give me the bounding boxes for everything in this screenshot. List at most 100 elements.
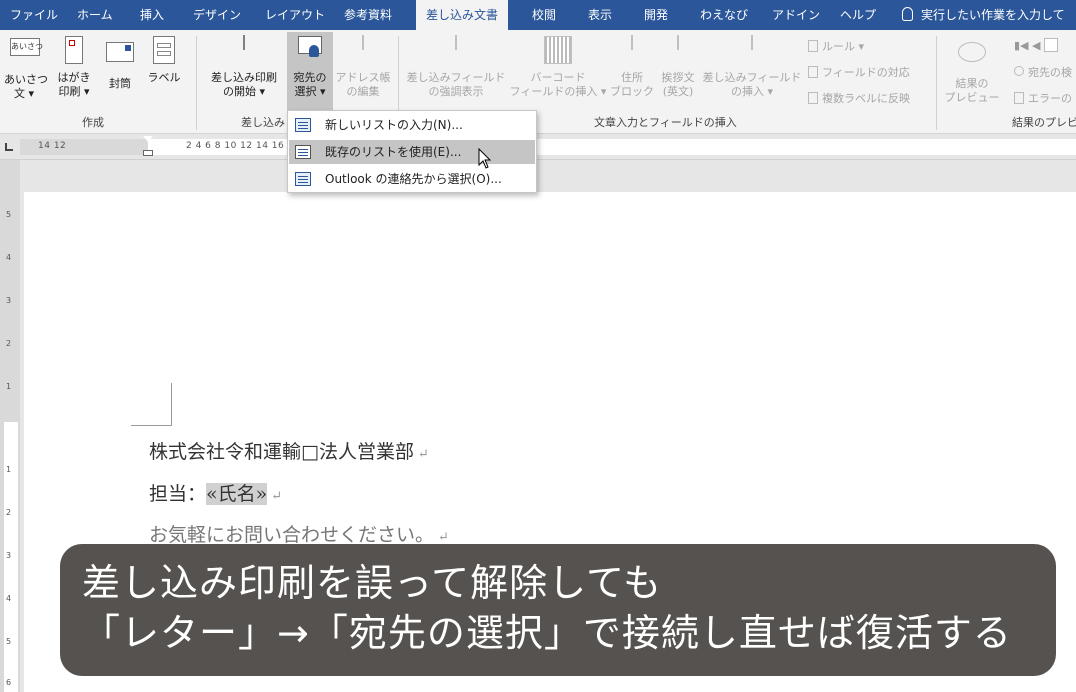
highlight-fields-icon	[442, 35, 470, 68]
vruler-number: 5	[6, 210, 12, 219]
tab-stop-selector-icon[interactable]	[5, 143, 13, 151]
tab-design[interactable]: デザイン	[191, 0, 243, 30]
document-line-inquiry[interactable]: お気軽にお問い合わせください。 ↵	[149, 520, 449, 547]
update-labels-icon	[808, 92, 818, 104]
vruler-number: 4	[6, 253, 12, 262]
vruler-number: 4	[6, 594, 12, 603]
check-errors-button[interactable]: エラーの	[1014, 90, 1072, 106]
greeting-line-icon	[664, 35, 692, 68]
tab-waenavi[interactable]: わえなび	[698, 0, 750, 30]
caption-line-1: 差し込み印刷を誤って解除しても	[82, 561, 663, 605]
barcode-field-button[interactable]: バーコード フィールドの挿入 ▾	[508, 36, 608, 99]
tab-view[interactable]: 表示	[586, 0, 614, 30]
start-merge-icon	[230, 35, 258, 68]
record-navigation[interactable]: ▮◀ ◀	[1014, 38, 1058, 52]
group-separator	[196, 36, 197, 130]
merge-field-name[interactable]: «氏名»	[206, 483, 268, 505]
paragraph-mark: ↵	[271, 489, 283, 504]
outlook-contacts-icon	[295, 172, 311, 186]
envelope-icon	[106, 42, 134, 74]
insert-field-icon	[738, 35, 766, 68]
check-errors-icon	[1014, 92, 1024, 104]
tab-file[interactable]: ファイル	[8, 0, 60, 30]
rules-button[interactable]: ルール ▾	[808, 38, 864, 54]
tab-layout[interactable]: レイアウト	[263, 0, 327, 30]
rules-icon	[808, 40, 818, 52]
vertical-ruler: 5 4 3 2 1 1 2 3 4 5 6	[0, 160, 20, 692]
barcode-icon	[544, 36, 572, 68]
mouse-pointer-icon	[478, 148, 492, 169]
ribbon-tab-bar: ファイル ホーム 挿入 デザイン レイアウト 参考資料 差し込み文書 校閲 表示…	[0, 0, 1076, 30]
select-recipients-icon	[296, 36, 324, 68]
record-number-field[interactable]	[1043, 38, 1058, 52]
find-recipient-button[interactable]: 宛先の検	[1014, 64, 1072, 80]
vruler-number: 6	[6, 678, 12, 687]
select-recipients-menu: 新しいリストの入力(N)... 既存のリストを使用(E)... Outlook …	[287, 110, 537, 193]
tell-me-box[interactable]: 実行したい作業を入力して	[902, 0, 1065, 30]
prev-record-icon[interactable]: ◀	[1032, 39, 1040, 52]
new-list-icon	[295, 118, 311, 132]
preview-icon	[958, 42, 986, 74]
greeting-button[interactable]: あいさつ あいさつ 文 ▾	[4, 36, 48, 101]
postcard-icon	[60, 36, 88, 68]
start-mail-merge-button[interactable]: 差し込み印刷 の開始 ▾	[204, 35, 284, 99]
magnifier-icon	[1014, 66, 1024, 76]
paragraph-mark: ↵	[417, 447, 429, 462]
vruler-number: 5	[6, 637, 12, 646]
highlight-fields-button[interactable]: 差し込みフィールド の強調表示	[404, 35, 508, 99]
select-recipients-button[interactable]: 宛先の 選択 ▾	[287, 32, 333, 110]
group-label-preview: 結果のプレビ	[1012, 116, 1076, 129]
greeting-line-button[interactable]: 挨拶文 (英文)	[655, 35, 701, 99]
first-record-icon[interactable]: ▮◀	[1014, 39, 1029, 52]
insert-merge-field-button[interactable]: 差し込みフィールド の挿入 ▾	[701, 35, 803, 99]
edit-recipient-list-button[interactable]: アドレス帳 の編集	[334, 35, 392, 99]
match-fields-button[interactable]: フィールドの対応	[808, 64, 910, 80]
tab-addins[interactable]: アドイン	[770, 0, 822, 30]
tab-home[interactable]: ホーム	[75, 0, 115, 30]
vruler-number: 3	[6, 296, 12, 305]
envelope-button[interactable]: 封筒	[102, 36, 138, 91]
tab-developer[interactable]: 開発	[642, 0, 670, 30]
lightbulb-icon	[902, 7, 913, 21]
tutorial-caption: 差し込み印刷を誤って解除しても 「レター」→「宛先の選択」で接続し直せば復活する	[60, 544, 1056, 676]
document-line-contact[interactable]: 担当：«氏名» ↵	[149, 479, 282, 506]
caption-line-2: 「レター」→「宛先の選択」で接続し直せば復活する	[82, 611, 1012, 655]
tab-help[interactable]: ヘルプ	[838, 0, 878, 30]
edit-list-icon	[349, 35, 377, 68]
vruler-number: 1	[6, 382, 12, 391]
vruler-number: 3	[6, 551, 12, 560]
address-block-icon	[618, 35, 646, 68]
greeting-icon: あいさつ	[10, 38, 43, 70]
ribbon: あいさつ あいさつ 文 ▾ はがき 印刷 ▾ 封筒 ラベル 作成 差し込み印刷 …	[0, 30, 1076, 134]
menu-item-type-new-list[interactable]: 新しいリストの入力(N)...	[289, 113, 535, 137]
labels-icon	[150, 36, 178, 68]
horizontal-ruler[interactable]: 14 12 2 4 6 8 10 12 14 16 18 20 22 24 26…	[0, 134, 1076, 160]
preview-results-button[interactable]: 結果の プレビュー	[944, 36, 1000, 105]
tell-me-placeholder: 実行したい作業を入力して	[921, 8, 1065, 22]
tab-review[interactable]: 校閲	[530, 0, 558, 30]
match-fields-icon	[808, 66, 818, 78]
ruler-left-numbers: 14 12	[38, 141, 67, 151]
menu-item-use-existing-list[interactable]: 既存のリストを使用(E)...	[289, 140, 535, 164]
update-labels-button[interactable]: 複数ラベルに反映	[808, 90, 910, 106]
indent-marker-icon[interactable]	[143, 136, 153, 158]
tab-references[interactable]: 参考資料	[342, 0, 394, 30]
address-block-button[interactable]: 住所 ブロック	[610, 35, 654, 99]
menu-item-outlook-contacts[interactable]: Outlook の連絡先から選択(O)...	[289, 167, 535, 191]
vruler-number: 2	[6, 339, 12, 348]
group-separator	[936, 36, 937, 130]
existing-list-icon	[295, 145, 311, 159]
tab-mailings[interactable]: 差し込み文書	[416, 0, 509, 30]
tab-insert[interactable]: 挿入	[138, 0, 166, 30]
vruler-number: 2	[6, 508, 12, 517]
postcard-print-button[interactable]: はがき 印刷 ▾	[54, 36, 94, 99]
group-label-start: 差し込み	[241, 116, 285, 129]
labels-button[interactable]: ラベル	[146, 36, 182, 85]
ruler-track	[20, 139, 1076, 155]
group-label-create: 作成	[82, 116, 104, 129]
paragraph-mark: ↵	[438, 530, 449, 545]
margin-corner-mark	[131, 383, 172, 426]
document-line-company[interactable]: 株式会社令和運輸□法人営業部 ↵	[149, 437, 429, 464]
vruler-number: 1	[6, 465, 12, 474]
group-label-fields: 文章入力とフィールドの挿入	[594, 116, 737, 129]
